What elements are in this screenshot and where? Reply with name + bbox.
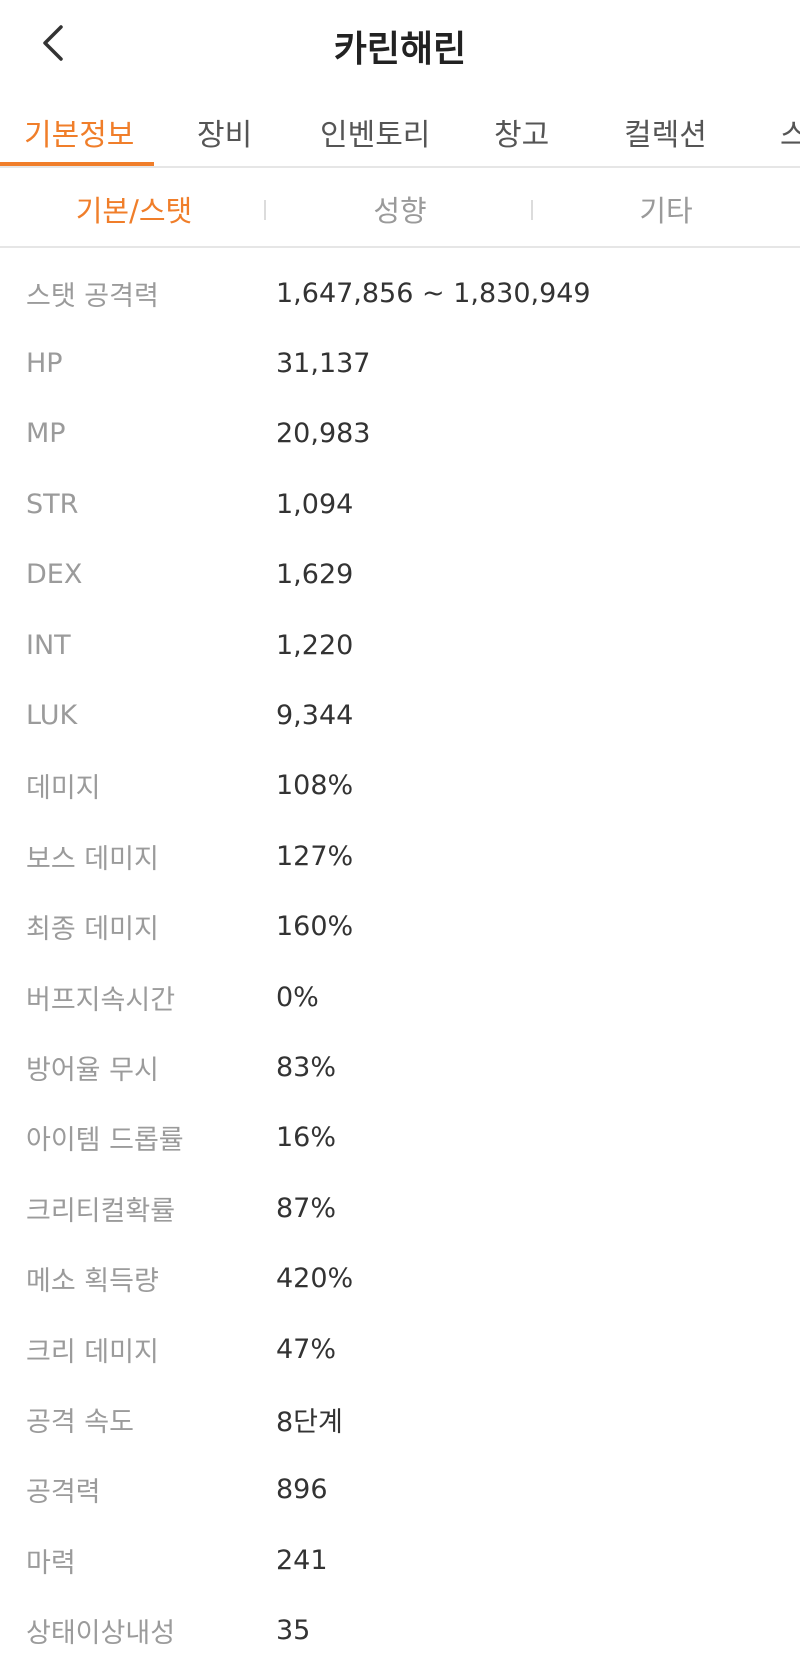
- tab-collection[interactable]: 컬렉션: [624, 110, 707, 154]
- stat-value: 420%: [276, 1263, 354, 1295]
- subtab-other[interactable]: 기타: [532, 188, 800, 230]
- main-tab-bar: 기본정보 장비 인벤토리 창고 컬렉션 스: [0, 98, 800, 168]
- stat-value: 9,344: [276, 700, 354, 732]
- stat-row: 공격 속도 8단계: [0, 1384, 800, 1454]
- stat-value: 8단계: [276, 1406, 343, 1438]
- header: 카린해린: [0, 0, 800, 90]
- stat-value: 241: [276, 1544, 328, 1576]
- stat-label: DEX: [26, 559, 83, 591]
- stat-row: 공격력 896: [0, 1455, 800, 1525]
- tab-more[interactable]: 스: [780, 110, 800, 154]
- stat-value: 1,094: [276, 488, 354, 520]
- stat-label: LUK: [26, 700, 78, 732]
- stat-row: 스탯 공격력 1,647,856 ~ 1,830,949: [0, 258, 800, 328]
- stat-label: 아이템 드롭률: [26, 1125, 184, 1157]
- stat-value: 1,629: [276, 559, 354, 591]
- stat-label: 공격력: [26, 1477, 101, 1509]
- stat-label: 보스 데미지: [26, 843, 159, 875]
- stat-list: 스탯 공격력 1,647,856 ~ 1,830,949 HP 31,137 MP 2…: [0, 258, 800, 1666]
- stat-value: 35: [276, 1615, 311, 1647]
- tab-equipment[interactable]: 장비: [197, 110, 252, 154]
- stat-label: 버프지속시간: [26, 984, 176, 1016]
- stat-row: LUK 9,344: [0, 680, 800, 750]
- stat-value: 108%: [276, 770, 354, 802]
- stat-label: INT: [26, 629, 71, 661]
- stat-label: 메소 획득량: [26, 1266, 159, 1298]
- stat-row: STR 1,094: [0, 469, 800, 539]
- stat-label: 크리티컬확률: [26, 1195, 176, 1227]
- stat-value: 31,137: [276, 348, 371, 380]
- stat-row: MP 20,983: [0, 399, 800, 469]
- stat-value: 1,220: [276, 629, 354, 661]
- stat-value: 160%: [276, 911, 354, 943]
- stat-value: 127%: [276, 840, 354, 872]
- stat-row: 최종 데미지 160%: [0, 892, 800, 962]
- page-title: 카린해린: [333, 29, 467, 70]
- stat-value: 1,647,856 ~ 1,830,949: [276, 277, 591, 309]
- stat-value: 47%: [276, 1333, 337, 1365]
- stat-label: 상태이상내성: [26, 1618, 176, 1650]
- stat-row: 마력 241: [0, 1525, 800, 1595]
- stat-row: 아이템 드롭률 16%: [0, 1103, 800, 1173]
- stat-label: STR: [26, 488, 79, 520]
- stat-value: 83%: [276, 1051, 337, 1083]
- stat-row: HP 31,137: [0, 328, 800, 398]
- subtab-tendency[interactable]: 성향: [266, 188, 534, 230]
- stat-row: INT 1,220: [0, 610, 800, 680]
- stat-value: 20,983: [276, 418, 371, 450]
- subtab-basic-stats[interactable]: 기본/스탯: [0, 188, 268, 230]
- stat-row: 상태이상내성 35: [0, 1595, 800, 1665]
- stat-label: 데미지: [26, 773, 101, 805]
- stat-row: 데미지 108%: [0, 751, 800, 821]
- stat-row: 크리 데미지 47%: [0, 1314, 800, 1384]
- stat-label: 공격 속도: [26, 1406, 134, 1438]
- stat-value: 16%: [276, 1122, 337, 1154]
- stat-label: 크리 데미지: [26, 1336, 159, 1368]
- tab-storage[interactable]: 창고: [494, 110, 549, 154]
- stat-value: 0%: [276, 981, 319, 1013]
- stat-label: 최종 데미지: [26, 914, 159, 946]
- stat-label: 방어율 무시: [26, 1054, 159, 1086]
- stat-label: 스탯 공격력: [26, 280, 159, 312]
- sub-tab-bar: 기본/스탯 성향 기타: [0, 170, 800, 248]
- stat-label: HP: [26, 348, 63, 380]
- stat-row: 메소 획득량 420%: [0, 1243, 800, 1313]
- stat-value: 896: [276, 1474, 328, 1506]
- tab-inventory[interactable]: 인벤토리: [320, 110, 430, 154]
- tab-basic-info[interactable]: 기본정보: [24, 110, 134, 154]
- stat-row: 방어율 무시 83%: [0, 1032, 800, 1102]
- active-tab-indicator: [0, 162, 154, 166]
- stat-row: 버프지속시간 0%: [0, 962, 800, 1032]
- stat-row: 크리티컬확률 87%: [0, 1173, 800, 1243]
- stat-label: MP: [26, 418, 66, 450]
- stat-row: 보스 데미지 127%: [0, 821, 800, 891]
- character-info-page: 카린해린 기본정보 장비 인벤토리 창고 컬렉션 스 기본/스탯 성향 기타 스…: [0, 0, 800, 1679]
- stat-row: DEX 1,629: [0, 540, 800, 610]
- stat-value: 87%: [276, 1192, 337, 1224]
- stat-label: 마력: [26, 1547, 76, 1579]
